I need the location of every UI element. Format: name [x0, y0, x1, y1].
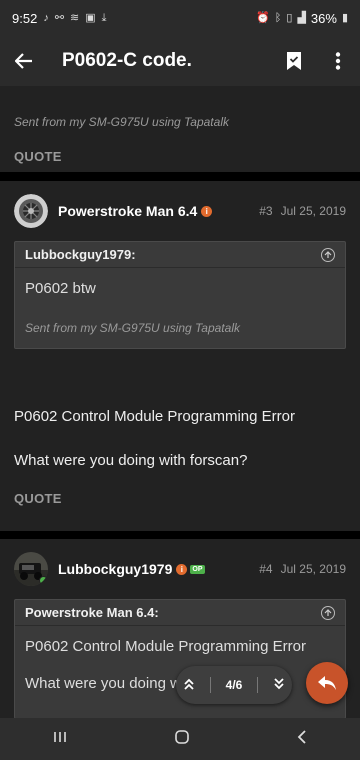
battery-icon: ▮	[341, 11, 348, 24]
post-date: Jul 25, 2019	[280, 562, 346, 576]
post-signature: Sent from my SM-G975U using Tapatalk	[14, 115, 229, 129]
back-button[interactable]	[0, 36, 48, 86]
quote-header: Lubbockguy1979:	[15, 242, 345, 268]
battery-percent: 36%	[310, 10, 337, 26]
quote-author: Powerstroke Man 6.4:	[25, 605, 159, 620]
quote-body: P0602 btw Sent from my SM-G975U using Ta…	[15, 268, 345, 348]
quote-button[interactable]: QUOTE	[14, 149, 62, 164]
jump-to-quote-button[interactable]	[321, 605, 335, 620]
quote-block: Powerstroke Man 6.4: P0602 Control Modul…	[14, 599, 346, 718]
post-number: #3	[259, 204, 273, 218]
home-button[interactable]	[174, 729, 190, 750]
quote-header: Powerstroke Man 6.4:	[15, 600, 345, 626]
wifi-call-icon: ≋	[70, 11, 80, 24]
op-badge: OP	[190, 564, 205, 574]
post-2: Sent from my SM-G975U using Tapatalk QUO…	[0, 86, 360, 172]
recent-apps-icon	[54, 731, 67, 742]
recent-apps-button[interactable]	[53, 730, 67, 749]
post-meta: #3 Jul 25, 2019	[259, 204, 346, 218]
status-bar: 9:52 ♪ ⚯ ≋ ▣ ⤓ ⏰ ᛒ ▯ ▟ 36% ▮	[0, 0, 360, 36]
status-time: 9:52	[12, 10, 38, 26]
post-header: Powerstroke Man 6.4 i #3 Jul 25, 2019	[0, 181, 360, 241]
download-done-icon: ⤓	[101, 11, 107, 24]
quote-author: Lubbockguy1979:	[25, 247, 136, 262]
quote-block: Lubbockguy1979: P0602 btw Sent from my S…	[14, 241, 346, 349]
page-indicator[interactable]: 4/6	[226, 678, 243, 692]
more-options-button[interactable]	[316, 36, 360, 86]
post-3: Powerstroke Man 6.4 i #3 Jul 25, 2019 Lub…	[0, 181, 360, 531]
info-badge-icon: i	[201, 205, 213, 217]
post-username[interactable]: Lubbockguy1979	[58, 561, 172, 577]
post-meta: #4 Jul 25, 2019	[259, 562, 346, 576]
signal-icon: ▟	[297, 11, 306, 24]
vibrate-icon: ▯	[286, 11, 293, 24]
avatar[interactable]	[14, 552, 48, 586]
app-bar: P0602-C code.	[0, 36, 360, 86]
post-username[interactable]: Powerstroke Man 6.4	[58, 203, 197, 219]
thread-title: P0602-C code.	[62, 50, 192, 71]
post-body-line: What were you doing with forscan?	[14, 452, 248, 469]
bluetooth-icon: ᛒ	[274, 11, 282, 24]
bookmark-check-icon	[287, 52, 301, 70]
divider	[209, 677, 211, 693]
arrow-up-icon	[324, 250, 332, 258]
post-date: Jul 25, 2019	[280, 204, 346, 218]
post-body-line: P0602 Control Module Programming Error	[14, 408, 295, 425]
online-indicator	[39, 576, 48, 585]
quote-signature: Sent from my SM-G975U using Tapatalk	[25, 321, 240, 335]
bookmark-button[interactable]	[272, 36, 316, 86]
arrow-up-icon	[324, 608, 332, 616]
info-badge-icon: i	[176, 563, 188, 575]
quote-text: P0602 Control Module Programming Error	[25, 638, 306, 655]
last-page-button[interactable]	[273, 677, 285, 693]
post-header: Lubbockguy1979 i OP #4 Jul 25, 2019	[0, 539, 360, 599]
back-nav-button[interactable]	[297, 729, 307, 750]
quote-button[interactable]: QUOTE	[14, 491, 62, 506]
page-navigator: 4/6	[176, 666, 292, 704]
image-icon: ▣	[85, 11, 96, 24]
quote-text: P0602 btw	[25, 280, 96, 297]
divider	[256, 677, 258, 693]
double-chevron-up-icon	[184, 678, 194, 690]
system-nav-bar	[0, 718, 360, 760]
reply-arrow-icon	[318, 676, 336, 690]
turbo-avatar-image	[14, 194, 48, 228]
arrow-left-icon	[15, 53, 32, 69]
avatar[interactable]	[14, 194, 48, 228]
first-page-button[interactable]	[183, 678, 195, 693]
more-vertical-icon	[335, 52, 341, 70]
jump-to-quote-button[interactable]	[321, 247, 335, 262]
home-icon	[175, 729, 189, 744]
music-note-icon: ♪	[43, 11, 49, 24]
voicemail-icon: ⚯	[54, 11, 65, 24]
chevron-left-icon	[297, 729, 306, 744]
reply-button[interactable]	[306, 662, 348, 704]
alarm-icon: ⏰	[256, 11, 270, 24]
thread-content[interactable]: Sent from my SM-G975U using Tapatalk QUO…	[0, 86, 360, 718]
post-number: #4	[259, 562, 273, 576]
double-chevron-down-icon	[274, 677, 284, 689]
